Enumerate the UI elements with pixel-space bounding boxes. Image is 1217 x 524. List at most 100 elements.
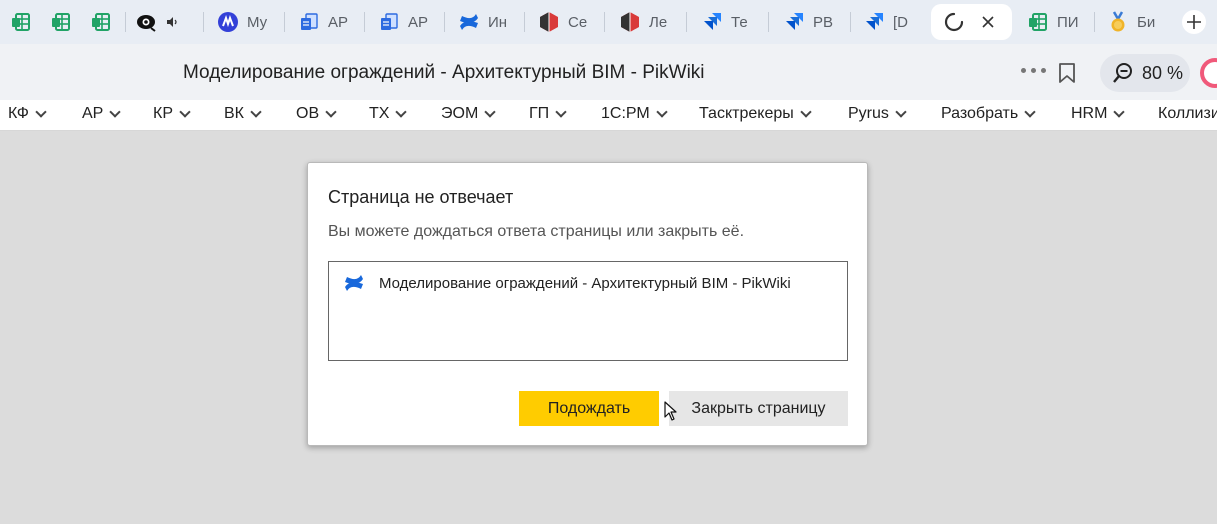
list-item[interactable]: Моделирование ограждений - Архитектурный…: [343, 272, 791, 294]
bookmark-label: КР: [153, 105, 173, 122]
tab-2[interactable]: [50, 4, 72, 40]
bookmark-label: ЭОМ: [441, 105, 479, 122]
bookmark-label: HRM: [1071, 105, 1108, 122]
chevron-down-icon: [800, 105, 812, 118]
wait-button[interactable]: Подождать: [519, 391, 659, 426]
tab-15[interactable]: ПИ: [1027, 4, 1083, 40]
new-tab-button[interactable]: [1182, 10, 1206, 34]
chevron-down-icon: [395, 105, 408, 118]
tab-separator: [203, 12, 204, 32]
tab-separator: [686, 12, 687, 32]
bookmark-folder[interactable]: КФ: [8, 105, 47, 123]
tab-14-active[interactable]: [931, 4, 1012, 40]
chevron-down-icon: [555, 105, 567, 118]
spreadsheet-icon: [90, 11, 112, 33]
bookmark-label: Тасктрекеры: [699, 105, 794, 122]
bookmark-folder[interactable]: ОВ: [296, 105, 337, 123]
tab-4[interactable]: [136, 4, 180, 40]
tab-separator: [604, 12, 605, 32]
tab-3[interactable]: [90, 4, 112, 40]
spreadsheet-icon: [50, 11, 72, 33]
tab-8[interactable]: Ин: [458, 4, 514, 40]
chevron-down-icon: [250, 105, 262, 118]
tab-separator: [524, 12, 525, 32]
bookmark-folder[interactable]: Разобрать: [941, 105, 1036, 123]
chevron-down-icon: [656, 105, 668, 118]
eye-icon: [136, 11, 158, 33]
cube-logo-icon: [538, 11, 560, 33]
bookmark-folder[interactable]: ТХ: [369, 105, 408, 123]
tab-13[interactable]: [D: [863, 4, 919, 40]
tab-16[interactable]: Би: [1107, 4, 1163, 40]
bookmark-folder[interactable]: Коллизи: [1158, 105, 1217, 123]
tab-strip: Му АР АР Ин Се Ле Те РВ [D ПИ Би: [0, 0, 1217, 44]
tab-title: [D: [893, 13, 908, 31]
tab-title: АР: [328, 13, 349, 31]
loading-spinner-icon: [943, 11, 965, 33]
chevron-down-icon: [35, 105, 47, 118]
confluence-icon: [343, 272, 365, 294]
jira-icon: [701, 11, 723, 33]
close-icon[interactable]: [979, 11, 997, 33]
bookmark-folder[interactable]: ЭОМ: [441, 105, 496, 123]
document-icon: [378, 11, 400, 33]
bookmark-folder[interactable]: 1С:РМ: [601, 105, 668, 123]
bookmark-folder[interactable]: ВК: [224, 105, 262, 123]
bookmark-icon[interactable]: [1057, 62, 1077, 89]
bookmark-label: АР: [82, 105, 104, 122]
profile-avatar[interactable]: [1200, 58, 1217, 88]
chevron-down-icon: [179, 105, 191, 118]
bookmark-label: Разобрать: [941, 105, 1019, 122]
zoom-out-icon: [1113, 63, 1132, 83]
plus-icon: [1187, 15, 1201, 29]
unresponsive-pages-list[interactable]: Моделирование ограждений - Архитектурный…: [328, 261, 848, 361]
bookmark-folder[interactable]: HRM: [1071, 105, 1126, 123]
tab-title: ПИ: [1057, 13, 1079, 31]
tab-11[interactable]: Те: [701, 4, 757, 40]
address-bar[interactable]: Моделирование ограждений - Архитектурный…: [0, 44, 1217, 100]
close-page-button[interactable]: Закрыть страницу: [669, 391, 848, 426]
jira-icon: [783, 11, 805, 33]
tab-title: Му: [247, 13, 268, 31]
tab-12[interactable]: РВ: [783, 4, 839, 40]
list-item-label: Моделирование ограждений - Архитектурный…: [379, 274, 791, 292]
tab-title: Би: [1137, 13, 1156, 31]
tab-separator: [364, 12, 365, 32]
tab-title: РВ: [813, 13, 834, 31]
bookmark-folder[interactable]: АР: [82, 105, 122, 123]
mouse-cursor-icon: [664, 401, 678, 426]
confluence-icon: [458, 11, 480, 33]
page-unresponsive-dialog: Страница не отвечает Вы можете дождаться…: [307, 162, 868, 446]
bookmark-folder[interactable]: Pyrus: [848, 105, 907, 123]
speaker-icon[interactable]: [164, 11, 180, 33]
zoom-level: 80 %: [1142, 62, 1184, 83]
tab-9[interactable]: Се: [538, 4, 594, 40]
tab-5[interactable]: Му: [217, 4, 277, 40]
spreadsheet-icon: [1027, 11, 1049, 33]
tab-1[interactable]: [10, 4, 32, 40]
bookmark-label: ВК: [224, 105, 244, 122]
bookmark-label: КФ: [8, 105, 29, 122]
tab-10[interactable]: Ле: [619, 4, 675, 40]
zoom-control[interactable]: 80 %: [1100, 54, 1190, 92]
document-icon: [298, 11, 320, 33]
tab-title: Се: [568, 13, 588, 31]
bookmark-folder[interactable]: КР: [153, 105, 191, 123]
dialog-message: Вы можете дождаться ответа страницы или …: [328, 223, 745, 240]
chevron-down-icon: [325, 105, 337, 118]
tab-separator: [125, 12, 126, 32]
dialog-title: Страница не отвечает: [328, 187, 514, 207]
bookmark-folder[interactable]: Тасктрекеры: [699, 105, 812, 123]
bookmark-folder[interactable]: ГП: [529, 105, 567, 123]
jira-icon: [863, 11, 885, 33]
music-logo-icon: [217, 11, 239, 33]
more-options-icon[interactable]: [1021, 68, 1047, 76]
medal-icon: [1107, 11, 1129, 33]
bookmark-label: Pyrus: [848, 105, 889, 122]
tab-separator: [850, 12, 851, 32]
spreadsheet-icon: [10, 11, 32, 33]
tab-6[interactable]: АР: [298, 4, 354, 40]
tab-title: Те: [731, 13, 748, 31]
tab-title: Ин: [488, 13, 508, 31]
tab-7[interactable]: АР: [378, 4, 434, 40]
